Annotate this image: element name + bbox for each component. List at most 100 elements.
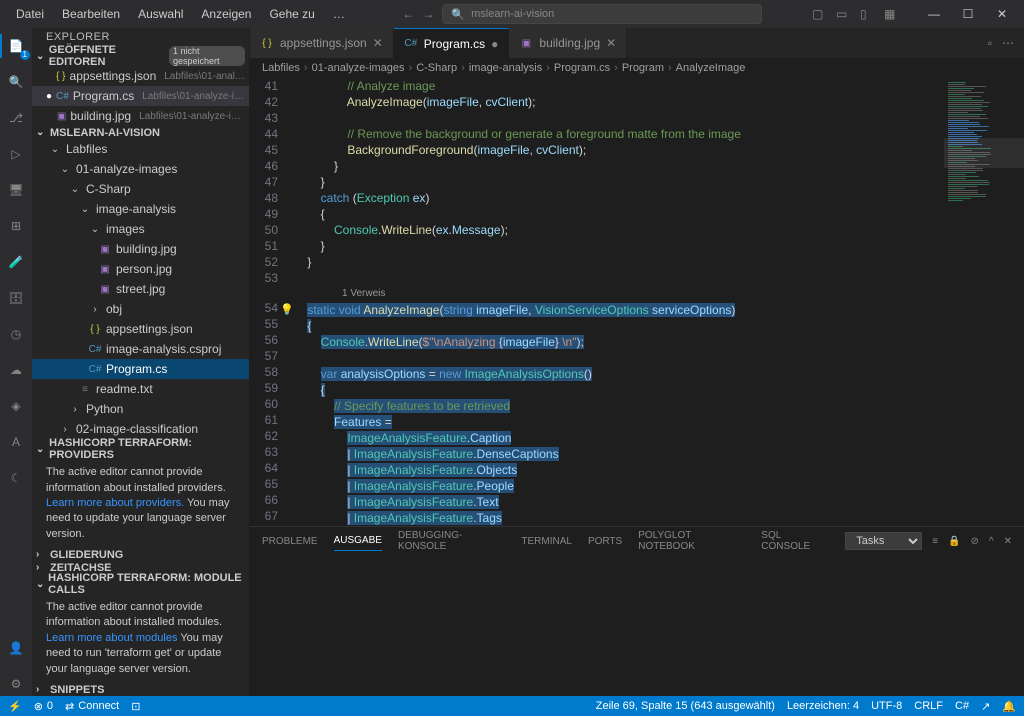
explorer-icon[interactable]: 📄1: [4, 34, 28, 58]
remote-indicator[interactable]: ⚡: [8, 700, 22, 713]
clear-icon[interactable]: ⊘: [971, 536, 979, 547]
editor-tab[interactable]: { }appsettings.json✕: [250, 28, 394, 58]
terraform-providers-section[interactable]: ⌄ HASHICORP TERRAFORM: PROVIDERS: [32, 439, 249, 459]
indentation[interactable]: Leerzeichen: 4: [787, 700, 859, 713]
azure-icon[interactable]: A: [4, 430, 28, 454]
menu-bearbeiten[interactable]: Bearbeiten: [54, 3, 128, 25]
ports-indicator[interactable]: ⇄ Connect: [65, 700, 119, 713]
breadcrumb-item[interactable]: 01-analyze-images: [312, 62, 405, 74]
open-editor-item[interactable]: { }appsettings.jsonLabfiles\01-analyze-i…: [32, 66, 249, 86]
open-editors-section[interactable]: ⌄ GEÖFFNETE EDITOREN 1 nicht gespeichert: [32, 46, 249, 66]
chevron-down-icon: ⌄: [36, 51, 47, 62]
language-mode[interactable]: C#: [955, 700, 969, 713]
editor-tab[interactable]: C#Program.cs●: [394, 28, 510, 58]
feedback-icon[interactable]: ↗: [981, 700, 990, 713]
accounts-icon[interactable]: 👤: [4, 636, 28, 660]
extensions-icon[interactable]: ⊞: [4, 214, 28, 238]
breadcrumb[interactable]: Labfiles›01-analyze-images›C-Sharp›image…: [250, 58, 1024, 78]
minimap[interactable]: [944, 78, 1024, 526]
panel-tab-probleme[interactable]: PROBLEME: [262, 532, 318, 551]
layout-customize-icon[interactable]: ▦: [884, 7, 898, 21]
menu-…[interactable]: …: [325, 3, 353, 25]
command-center[interactable]: 🔍 mslearn-ai-vision: [442, 4, 762, 24]
outline-section[interactable]: ›GLIEDERUNG: [32, 548, 249, 561]
terraform-icon[interactable]: ◈: [4, 394, 28, 418]
source-control-icon[interactable]: ⎇: [4, 106, 28, 130]
eol[interactable]: CRLF: [914, 700, 943, 713]
panel-tab-debugging-konsole[interactable]: DEBUGGING-KONSOLE: [398, 526, 505, 556]
panel-tab-ports[interactable]: PORTS: [588, 532, 622, 551]
tree-item[interactable]: C#image-analysis.csproj: [32, 339, 249, 359]
terraform-modules-section[interactable]: ⌄ HASHICORP TERRAFORM: MODULE CALLS: [32, 574, 249, 594]
menu-gehe zu[interactable]: Gehe zu: [261, 3, 322, 25]
close-panel-icon[interactable]: ✕: [1004, 536, 1012, 547]
database-icon[interactable]: 🗄: [4, 286, 28, 310]
tree-item[interactable]: ⌄01-analyze-images: [32, 159, 249, 179]
run-debug-icon[interactable]: ▷: [4, 142, 28, 166]
open-editor-item[interactable]: ▣building.jpgLabfiles\01-analyze-images\…: [32, 106, 249, 126]
modules-link[interactable]: Learn more about modules: [46, 632, 177, 644]
breadcrumb-item[interactable]: Labfiles: [262, 62, 300, 74]
layout-toggle-left-icon[interactable]: ▢: [812, 7, 826, 21]
ai-icon[interactable]: ☾: [4, 466, 28, 490]
tree-item[interactable]: { }appsettings.json: [32, 319, 249, 339]
live-share-icon[interactable]: ⊡: [131, 700, 140, 713]
tree-item[interactable]: ⌄image-analysis: [32, 199, 249, 219]
panel-tab-ausgabe[interactable]: AUSGABE: [334, 531, 382, 551]
tree-item[interactable]: ›02-image-classification: [32, 419, 249, 439]
cursor-position[interactable]: Zeile 69, Spalte 15 (643 ausgewählt): [596, 700, 775, 713]
tree-item[interactable]: ≡readme.txt: [32, 379, 249, 399]
chevron-right-icon: ›: [36, 549, 48, 560]
cloud-icon[interactable]: ☁: [4, 358, 28, 382]
nav-back-icon[interactable]: ←: [402, 7, 414, 21]
window-minimize-button[interactable]: —: [920, 4, 948, 24]
code-editor[interactable]: 4142434445464748495051525354555657585960…: [250, 78, 1024, 526]
tree-item[interactable]: ›Python: [32, 399, 249, 419]
breadcrumb-item[interactable]: C-Sharp: [416, 62, 457, 74]
menu-anzeigen[interactable]: Anzeigen: [193, 3, 259, 25]
menu-auswahl[interactable]: Auswahl: [130, 3, 191, 25]
workspace-section[interactable]: ⌄ MSLEARN-AI-VISION: [32, 126, 249, 139]
nav-forward-icon[interactable]: →: [422, 7, 434, 21]
testing-icon[interactable]: 🧪: [4, 250, 28, 274]
open-editor-item[interactable]: ●C#Program.csLabfiles\01-analyze-images\…: [32, 86, 249, 106]
tree-item[interactable]: ▣building.jpg: [32, 239, 249, 259]
editor-tab[interactable]: ▣building.jpg✕: [509, 28, 627, 58]
tree-item[interactable]: ›obj: [32, 299, 249, 319]
tree-item[interactable]: ▣street.jpg: [32, 279, 249, 299]
tree-item[interactable]: ⌄Labfiles: [32, 139, 249, 159]
code-content[interactable]: // Analyze image AnalyzeImage(imageFile,…: [294, 78, 944, 526]
window-close-button[interactable]: ✕: [988, 4, 1016, 24]
tree-item[interactable]: ⌄images: [32, 219, 249, 239]
layout-toggle-right-icon[interactable]: ▯: [860, 7, 874, 21]
settings-gear-icon[interactable]: ⚙: [4, 672, 28, 696]
breadcrumb-item[interactable]: AnalyzeImage: [676, 62, 746, 74]
more-actions-icon[interactable]: ⋯: [1002, 36, 1014, 50]
tree-item[interactable]: C#Program.cs: [32, 359, 249, 379]
panel-tab-sql console[interactable]: SQL CONSOLE: [761, 526, 829, 556]
encoding[interactable]: UTF-8: [871, 700, 902, 713]
errors-indicator[interactable]: ⊗ 0: [34, 700, 53, 713]
chevron-down-icon: ⌄: [36, 579, 46, 590]
search-icon[interactable]: 🔍: [4, 70, 28, 94]
breadcrumb-item[interactable]: Program: [622, 62, 664, 74]
window-maximize-button[interactable]: ☐: [954, 4, 982, 24]
list-icon[interactable]: ≡: [932, 536, 938, 547]
breadcrumb-item[interactable]: Program.cs: [554, 62, 610, 74]
breadcrumb-item[interactable]: image-analysis: [469, 62, 542, 74]
tree-item[interactable]: ⌄C-Sharp: [32, 179, 249, 199]
output-channel-select[interactable]: Tasks: [845, 532, 922, 550]
layout-toggle-bottom-icon[interactable]: ▭: [836, 7, 850, 21]
split-editor-icon[interactable]: ▫: [988, 36, 992, 50]
snippets-section[interactable]: ›SNIPPETS: [32, 683, 249, 696]
panel-tab-polyglot notebook[interactable]: POLYGLOT NOTEBOOK: [638, 526, 745, 556]
providers-link[interactable]: Learn more about providers.: [46, 497, 184, 509]
maximize-panel-icon[interactable]: ^: [989, 536, 994, 547]
tree-item[interactable]: ▣person.jpg: [32, 259, 249, 279]
panel-tab-terminal[interactable]: TERMINAL: [521, 532, 572, 551]
notifications-icon[interactable]: 🔔: [1002, 700, 1016, 713]
lock-icon[interactable]: 🔒: [948, 536, 960, 547]
remote-explorer-icon[interactable]: 🖥: [4, 178, 28, 202]
menu-datei[interactable]: Datei: [8, 3, 52, 25]
docker-icon[interactable]: ◷: [4, 322, 28, 346]
